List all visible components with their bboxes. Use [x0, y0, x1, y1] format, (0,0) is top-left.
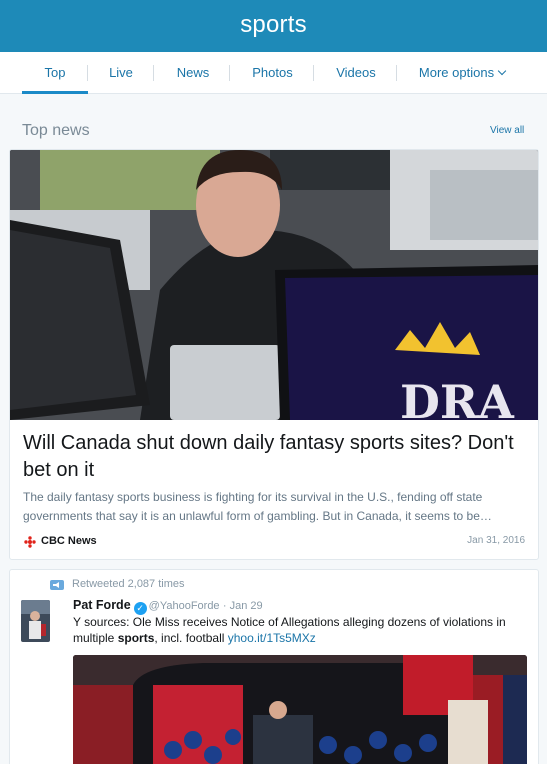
- tweet-photo: [73, 655, 527, 764]
- page-title: sports: [240, 11, 307, 38]
- tab-more-options-label: More options: [418, 65, 495, 80]
- tweet-author-name[interactable]: Pat Forde: [73, 598, 131, 612]
- svg-text:DRA: DRA: [400, 375, 515, 420]
- news-headline[interactable]: Will Canada shut down daily fantasy spor…: [23, 430, 528, 484]
- news-date: Jan 31, 2016: [467, 535, 525, 546]
- news-summary: The daily fantasy sports business is fig…: [23, 490, 492, 523]
- megaphone-icon: [50, 580, 64, 590]
- avatar-photo: [21, 600, 50, 642]
- chevron-down-icon: [497, 66, 507, 76]
- news-source-name[interactable]: CBC News: [41, 535, 97, 547]
- news-source-row: CBC News Jan 31, 2016: [23, 535, 528, 551]
- tab-news[interactable]: News: [165, 52, 221, 94]
- tab-divider: [313, 65, 314, 81]
- tab-more-options[interactable]: More options: [410, 52, 514, 94]
- news-image[interactable]: DRA: [10, 150, 538, 420]
- cbc-logo-icon: [24, 536, 36, 548]
- tab-videos[interactable]: Videos: [324, 52, 388, 94]
- tweet-link[interactable]: yhoo.it/1Ts5MXz: [228, 631, 316, 645]
- tweet-text: Y sources: Ole Miss receives Notice of A…: [73, 614, 533, 646]
- tweet-author-handle[interactable]: @YahooForde: [149, 600, 220, 612]
- tweet-header: Pat Forde ✓ @YahooForde · Jan 29: [73, 598, 263, 615]
- retweet-count: Retweeted 2,087 times: [72, 578, 185, 590]
- news-photo: DRA: [10, 150, 538, 420]
- tweet-hashtag-term: sports: [117, 631, 155, 645]
- tab-divider: [153, 65, 154, 81]
- news-card[interactable]: DRA Will Canada shut down daily fantasy …: [9, 149, 539, 560]
- tab-divider: [396, 65, 397, 81]
- tweet-text-part: , incl. football: [154, 631, 228, 645]
- tab-divider: [229, 65, 230, 81]
- tweet-media-image[interactable]: [73, 655, 527, 764]
- tab-top[interactable]: Top: [22, 52, 88, 94]
- tweet-time[interactable]: · Jan 29: [223, 600, 263, 612]
- avatar[interactable]: [21, 600, 50, 642]
- tab-photos[interactable]: Photos: [240, 52, 305, 94]
- tab-divider: [87, 65, 88, 81]
- section-title: Top news: [22, 122, 90, 139]
- view-all-link[interactable]: View all: [490, 125, 524, 136]
- tweet-card[interactable]: Retweeted 2,087 times Pat Forde ✓ @YahooFo…: [9, 569, 539, 764]
- tab-live[interactable]: Live: [98, 52, 144, 94]
- tab-bar: Top Live News Photos Videos More options: [0, 52, 547, 94]
- app-header: sports: [0, 0, 547, 52]
